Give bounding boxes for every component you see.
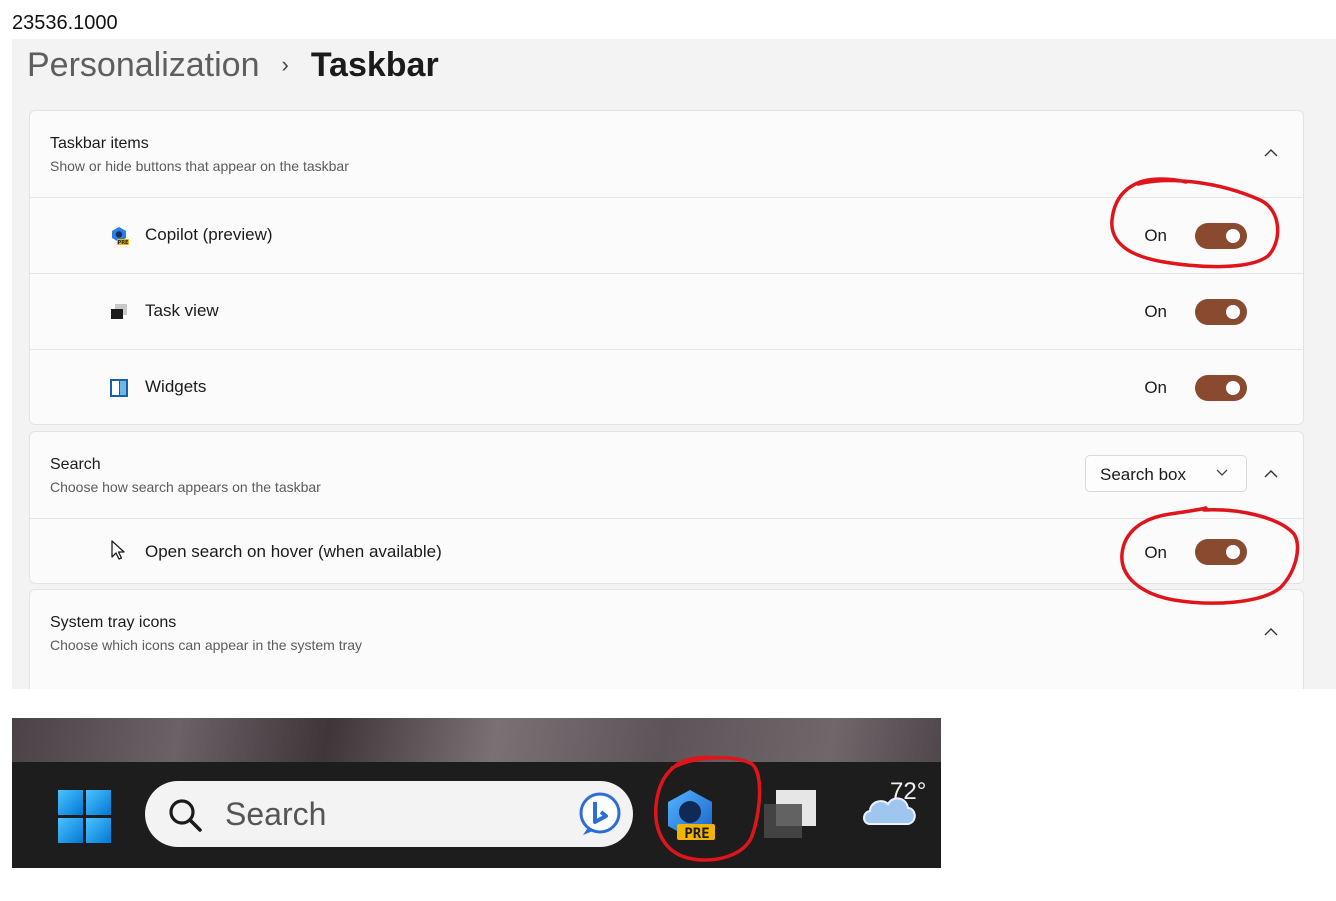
windows-start-icon[interactable] (58, 790, 112, 844)
search-subtitle: Choose how search appears on the taskbar (50, 479, 321, 495)
search-card: Search Choose how search appears on the … (29, 431, 1304, 584)
system-tray-header[interactable]: System tray icons Choose which icons can… (30, 590, 1303, 676)
taskbar-search-placeholder: Search (225, 796, 327, 832)
search-hover-label: Open search on hover (when available) (145, 542, 442, 561)
chevron-down-icon (1216, 469, 1228, 476)
chevron-up-icon[interactable] (1261, 464, 1281, 484)
search-icon (169, 799, 202, 832)
task-view-taskbar-icon[interactable] (762, 788, 822, 842)
copilot-row: PRE Copilot (preview) On (30, 197, 1303, 273)
search-mode-dropdown[interactable]: Search box (1085, 455, 1247, 492)
taskbar: Search PRE 72° (12, 718, 941, 868)
search-header[interactable]: Search Choose how search appears on the … (30, 432, 1303, 518)
system-tray-subtitle: Choose which icons can appear in the sys… (50, 637, 363, 653)
svg-text:PRE: PRE (118, 240, 130, 246)
widgets-toggle[interactable] (1195, 375, 1247, 401)
widgets-row: Widgets On (30, 349, 1303, 424)
wallpaper (12, 718, 941, 762)
task-view-row: Task view On (30, 273, 1303, 349)
search-hover-row: Open search on hover (when available) On (30, 518, 1303, 583)
widgets-icon (110, 379, 128, 397)
system-tray-title: System tray icons (50, 614, 177, 631)
task-view-label: Task view (145, 301, 219, 320)
widgets-label: Widgets (145, 377, 207, 396)
breadcrumb-personalization[interactable]: Personalization (27, 46, 259, 85)
task-view-toggle[interactable] (1195, 299, 1247, 325)
toggle-knob (1226, 381, 1240, 395)
taskbar-items-title: Taskbar items (50, 135, 149, 152)
taskbar-items-card: Taskbar items Show or hide buttons that … (29, 110, 1304, 425)
breadcrumb-separator: › (281, 52, 289, 77)
weather-temperature: 72° (890, 778, 927, 805)
search-title: Search (50, 456, 101, 473)
chevron-up-icon[interactable] (1261, 622, 1281, 642)
toggle-knob (1226, 229, 1240, 243)
settings-window: Personalization › Taskbar Taskbar items … (12, 39, 1336, 689)
toggle-knob (1226, 305, 1240, 319)
copilot-icon: PRE (112, 227, 130, 246)
breadcrumb: Personalization › Taskbar (27, 43, 439, 87)
task-view-state: On (1144, 302, 1167, 321)
search-hover-toggle[interactable] (1195, 539, 1247, 565)
chevron-up-icon[interactable] (1261, 143, 1281, 163)
search-hover-state: On (1144, 543, 1167, 562)
bing-chat-icon[interactable] (577, 791, 623, 837)
taskbar-search-box[interactable]: Search (145, 781, 633, 847)
copilot-toggle[interactable] (1195, 223, 1247, 249)
toggle-knob (1226, 545, 1240, 559)
copilot-state: On (1144, 226, 1167, 245)
widgets-state: On (1144, 378, 1167, 397)
build-number: 23536.1000 (12, 12, 118, 34)
search-mode-value: Search box (1100, 465, 1186, 484)
cursor-icon (111, 540, 125, 560)
page-title: Taskbar (310, 45, 439, 84)
copilot-label: Copilot (preview) (145, 225, 273, 244)
task-view-icon (111, 304, 127, 319)
taskbar-items-subtitle: Show or hide buttons that appear on the … (50, 158, 349, 174)
copilot-pre-badge: PRE (684, 826, 710, 842)
taskbar-items-header[interactable]: Taskbar items Show or hide buttons that … (30, 111, 1303, 197)
system-tray-card: System tray icons Choose which icons can… (29, 589, 1304, 689)
